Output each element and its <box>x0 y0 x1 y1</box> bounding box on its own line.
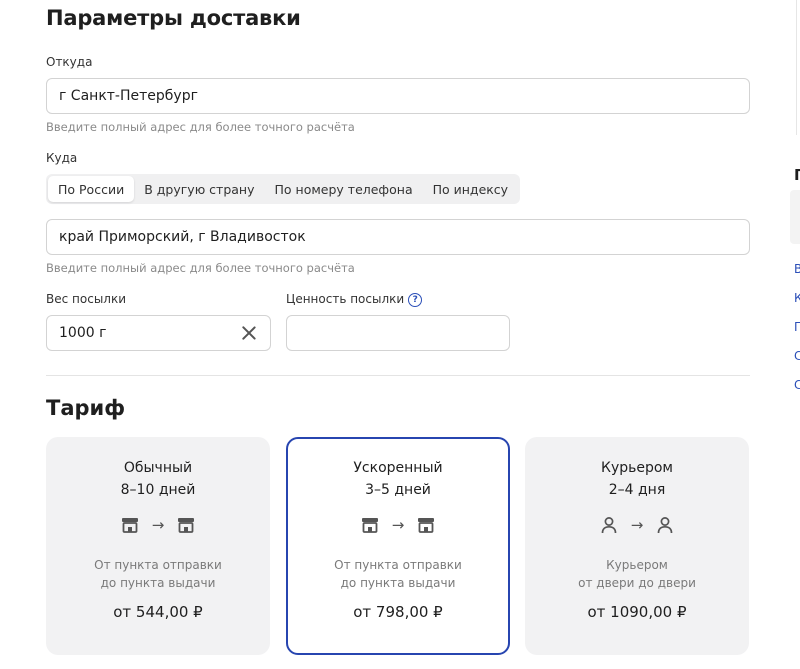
tariff-price: от 798,00 ₽ <box>353 603 443 621</box>
from-label: Откуда <box>46 55 93 69</box>
tab-postal-index[interactable]: По индексу <box>423 176 518 202</box>
clear-icon[interactable] <box>240 324 258 342</box>
tab-phone-number[interactable]: По номеру телефона <box>265 176 423 202</box>
tariff-title: Тариф <box>46 396 126 420</box>
destination-type-tabs: По России В другую страну По номеру теле… <box>46 174 521 204</box>
route-icons: → <box>46 514 270 536</box>
tariff-name: Курьером <box>601 460 673 476</box>
tariff-name: Обычный <box>123 460 193 476</box>
side-link[interactable]: С <box>794 378 800 392</box>
weight-label: Вес посылки <box>46 292 127 306</box>
declared-value-label-wrap: Ценность посылки? <box>286 292 423 307</box>
tariff-days: 2–4 дня <box>608 482 666 498</box>
tariff-price: от 1090,00 ₽ <box>587 603 687 621</box>
tariff-desc-line: до пункта выдачи <box>340 576 456 590</box>
tariff-days: 8–10 дней <box>120 482 196 498</box>
arrow-right-icon: → <box>151 516 165 534</box>
tariff-desc-line: От пункта отправки <box>334 558 462 572</box>
tariff-desc-line: Курьером <box>606 558 668 572</box>
from-address-hint: Введите полный адрес для более точного р… <box>46 120 355 134</box>
tariff-desc-line: от двери до двери <box>578 576 696 590</box>
pickup-point-icon <box>120 515 140 535</box>
person-icon <box>655 515 675 535</box>
tab-russia[interactable]: По России <box>48 176 135 202</box>
side-link[interactable]: П <box>794 320 800 334</box>
help-icon[interactable]: ? <box>408 292 423 307</box>
from-address-value: г Санкт-Петербург <box>59 88 198 104</box>
side-divider <box>796 0 797 135</box>
side-link[interactable]: С <box>794 349 800 363</box>
tariff-desc-line: до пункта выдачи <box>100 576 216 590</box>
to-address-input[interactable]: край Приморский, г Владивосток <box>46 219 750 255</box>
tariff-days: 3–5 дней <box>365 482 431 498</box>
weight-input[interactable]: 1000 г <box>46 315 271 351</box>
arrow-right-icon: → <box>630 516 644 534</box>
from-address-input[interactable]: г Санкт-Петербург <box>46 78 750 114</box>
pickup-point-icon <box>360 515 380 535</box>
tariff-price: от 544,00 ₽ <box>113 603 203 621</box>
to-address-value: край Приморский, г Владивосток <box>59 229 306 245</box>
side-panel <box>790 190 800 244</box>
route-icons: → <box>288 514 508 536</box>
divider <box>46 375 750 376</box>
route-icons: → <box>525 514 749 536</box>
tariff-description: Курьером от двери до двери <box>525 556 749 592</box>
tariff-card-courier[interactable]: Курьером 2–4 дня → Курьером от двери до … <box>525 437 749 655</box>
declared-value-input[interactable] <box>286 315 510 351</box>
weight-value: 1000 г <box>59 325 107 341</box>
tariff-card-regular[interactable]: Обычный 8–10 дней → От пункта отправки д… <box>46 437 270 655</box>
side-heading: П <box>794 166 800 184</box>
side-link[interactable]: К <box>794 291 800 305</box>
tariff-description: От пункта отправки до пункта выдачи <box>46 556 270 592</box>
tariff-name: Ускоренный <box>353 460 443 476</box>
arrow-right-icon: → <box>391 516 405 534</box>
pickup-point-icon <box>416 515 436 535</box>
to-address-hint: Введите полный адрес для более точного р… <box>46 261 355 275</box>
page-title: Параметры доставки <box>46 6 301 30</box>
tab-other-country[interactable]: В другую страну <box>134 176 264 202</box>
declared-value-label: Ценность посылки <box>286 292 405 306</box>
person-icon <box>599 515 619 535</box>
tariff-card-express[interactable]: Ускоренный 3–5 дней → От пункта отправки… <box>286 437 510 655</box>
side-link[interactable]: В <box>794 262 800 276</box>
to-label: Куда <box>46 151 78 165</box>
tariff-desc-line: От пункта отправки <box>94 558 222 572</box>
pickup-point-icon <box>176 515 196 535</box>
tariff-description: От пункта отправки до пункта выдачи <box>288 556 508 592</box>
